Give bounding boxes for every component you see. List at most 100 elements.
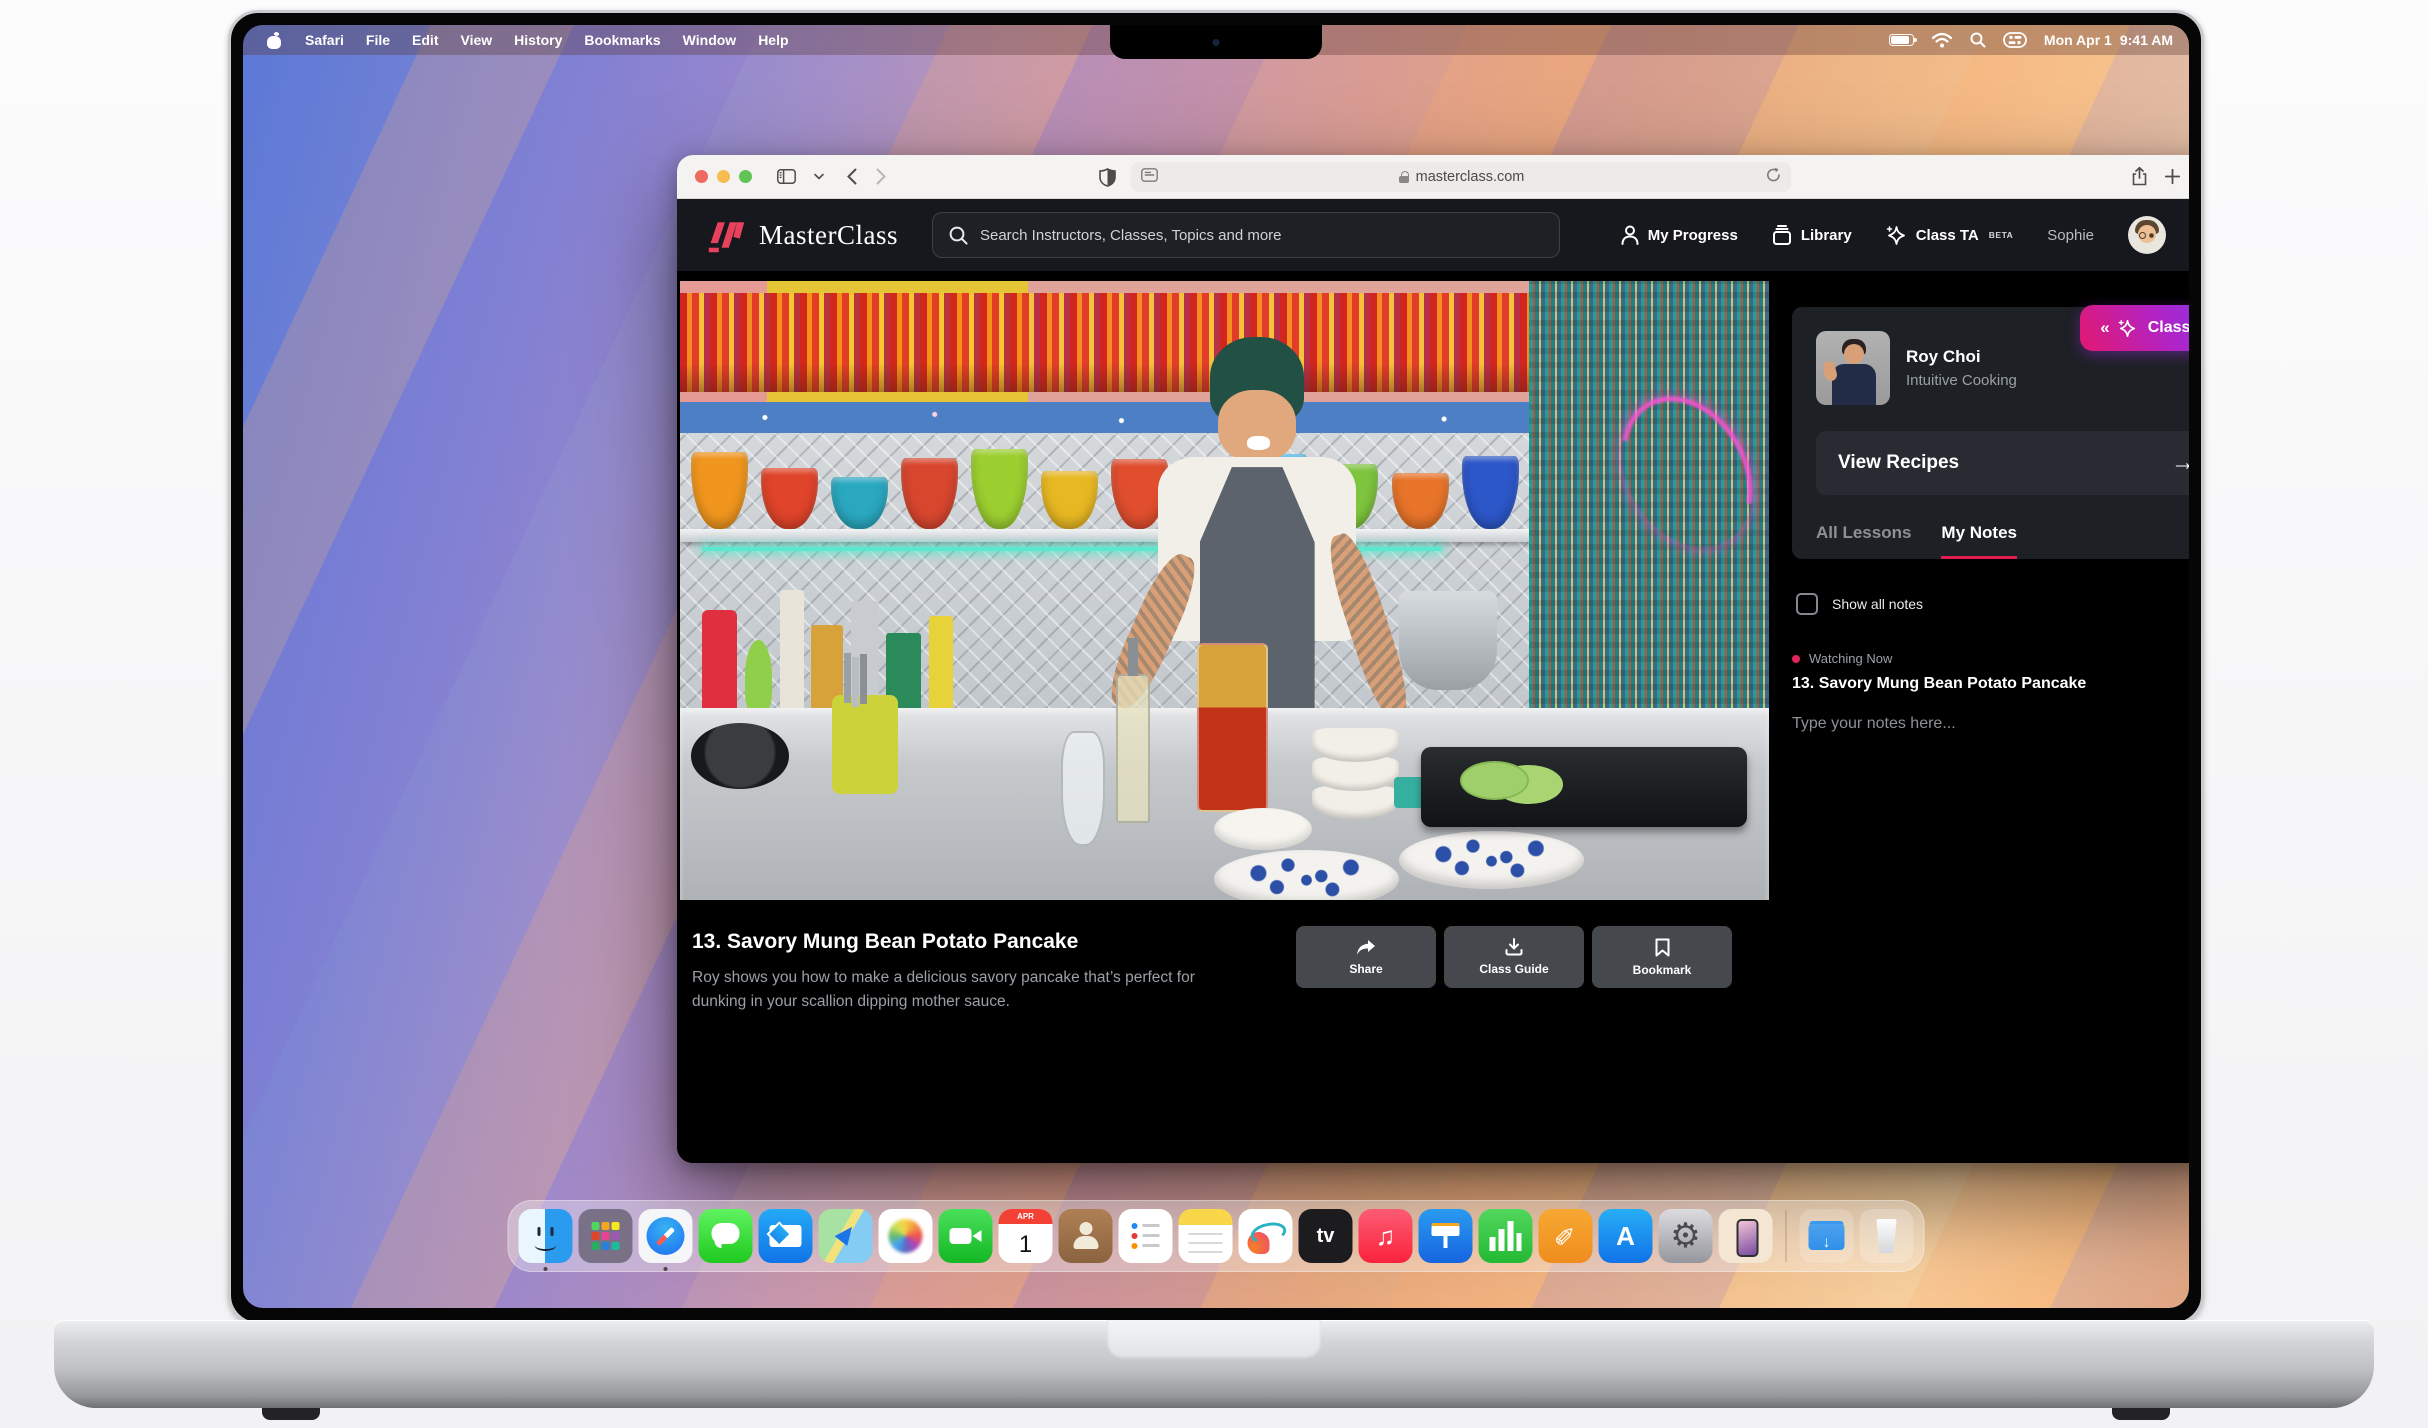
sidebar-chevron-icon[interactable] — [814, 173, 824, 180]
notes-input[interactable]: Type your notes here... — [1792, 715, 2189, 733]
search-placeholder: Search Instructors, Classes, Topics and … — [980, 227, 1282, 244]
view-recipes-button[interactable]: View Recipes → — [1816, 431, 2189, 495]
battery-icon[interactable] — [1889, 34, 1914, 46]
photos-icon[interactable] — [879, 1209, 933, 1263]
trash-icon[interactable] — [1860, 1209, 1914, 1263]
sauce-bottle-shelf — [680, 293, 1529, 392]
share-arrow-icon — [1356, 939, 1376, 956]
maps-icon[interactable] — [819, 1209, 873, 1263]
launchpad-icon[interactable] — [579, 1209, 633, 1263]
search-input[interactable]: Search Instructors, Classes, Topics and … — [932, 212, 1560, 258]
url-text[interactable]: masterclass.com — [1416, 169, 1525, 185]
reminders-icon[interactable] — [1119, 1209, 1173, 1263]
menu-safari[interactable]: Safari — [294, 32, 355, 48]
reload-icon[interactable] — [1766, 167, 1781, 187]
settings-icon[interactable] — [1659, 1209, 1713, 1263]
video-player[interactable]: PAPER HAT — [680, 281, 1769, 900]
nav-my-progress[interactable]: My Progress — [1621, 225, 1738, 245]
collapse-chevrons-icon: « — [2100, 318, 2106, 338]
masterclass-logo[interactable]: MasterClass — [707, 215, 898, 255]
menu-history[interactable]: History — [503, 32, 573, 48]
messages-icon[interactable] — [699, 1209, 753, 1263]
downloads-icon[interactable] — [1800, 1209, 1854, 1263]
keynote-icon[interactable] — [1419, 1209, 1473, 1263]
kitchen-clutter — [680, 566, 1094, 715]
appstore-icon[interactable] — [1599, 1209, 1653, 1263]
menu-time[interactable]: 9:41 AM — [2120, 32, 2173, 48]
display-notch — [1110, 25, 1322, 59]
menu-window[interactable]: Window — [672, 32, 748, 48]
nav-library[interactable]: Library — [1772, 225, 1852, 245]
sparkle-icon — [2118, 319, 2137, 338]
menu-view[interactable]: View — [450, 32, 504, 48]
appletv-icon[interactable] — [1299, 1209, 1353, 1263]
lid-scoop — [1107, 1320, 1321, 1360]
music-icon[interactable] — [1359, 1209, 1413, 1263]
bookmark-button-label: Bookmark — [1633, 963, 1692, 977]
apple-menu-icon[interactable] — [267, 32, 282, 49]
macbook-base — [54, 1320, 2374, 1408]
zoom-window-button[interactable] — [739, 170, 752, 183]
reader-icon[interactable] — [1141, 168, 1158, 186]
macbook-screen: Safari File Edit View History Bookmarks … — [228, 10, 2204, 1325]
instructor-photo — [1816, 331, 1890, 405]
notes-icon[interactable] — [1179, 1209, 1233, 1263]
calendar-icon[interactable] — [999, 1209, 1053, 1263]
mail-icon[interactable] — [759, 1209, 813, 1263]
masterclass-wordmark: MasterClass — [759, 220, 898, 251]
facetime-icon[interactable] — [939, 1209, 993, 1263]
sparkle-icon — [1886, 225, 1907, 246]
new-tab-icon[interactable] — [2165, 169, 2180, 184]
share-button[interactable]: Share — [1296, 926, 1436, 988]
close-window-button[interactable] — [695, 170, 708, 183]
arrow-right-icon: → — [2171, 449, 2189, 477]
instructor-card: « Class TA Roy Choi Intuitive Cooking — [1792, 307, 2189, 559]
bookmark-button[interactable]: Bookmark — [1592, 926, 1732, 988]
share-icon[interactable] — [2132, 167, 2147, 186]
menu-bookmarks[interactable]: Bookmarks — [573, 32, 671, 48]
lock-icon — [1399, 171, 1409, 183]
pages-icon[interactable] — [1539, 1209, 1593, 1263]
camera-dot — [1213, 39, 1220, 46]
wifi-icon[interactable] — [1932, 33, 1952, 48]
tab-all-lessons[interactable]: All Lessons — [1816, 523, 1911, 543]
control-center-icon[interactable] — [2004, 33, 2026, 47]
download-icon — [1505, 938, 1523, 956]
class-ta-button[interactable]: « Class TA — [2080, 305, 2189, 351]
avatar[interactable] — [2128, 216, 2166, 254]
bowl-shelf — [691, 442, 1519, 529]
tab-my-notes[interactable]: My Notes — [1941, 523, 2017, 543]
safari-icon[interactable] — [639, 1209, 693, 1263]
nav-class-ta[interactable]: Class TA BETA — [1886, 225, 2014, 246]
spotlight-search-icon[interactable] — [1970, 32, 1986, 48]
instructor-course: Intuitive Cooking — [1906, 372, 2017, 389]
class-ta-button-label: Class TA — [2148, 319, 2189, 337]
beta-badge: BETA — [1989, 230, 2014, 240]
finder-icon[interactable] — [519, 1209, 573, 1263]
class-guide-button[interactable]: Class Guide — [1444, 926, 1584, 988]
forward-button[interactable] — [876, 168, 886, 185]
lesson-description: Roy shows you how to make a delicious sa… — [692, 966, 1252, 1014]
class-ta-panel: « Class TA Roy Choi Intuitive Cooking — [1792, 281, 2189, 1153]
menu-edit[interactable]: Edit — [401, 32, 449, 48]
nav-library-label: Library — [1801, 227, 1852, 244]
menu-date[interactable]: Mon Apr 1 — [2044, 32, 2112, 48]
lesson-info: 13. Savory Mung Bean Potato Pancake Roy … — [692, 930, 1769, 1014]
sidebar-icon[interactable] — [777, 169, 796, 184]
user-name: Sophie — [2047, 227, 2094, 244]
masterclass-header: MasterClass Search Instructors, Classes,… — [677, 199, 2189, 271]
menu-file[interactable]: File — [355, 32, 401, 48]
show-all-notes-checkbox[interactable] — [1796, 593, 1818, 615]
address-bar[interactable]: masterclass.com — [1131, 162, 1791, 192]
freeform-icon[interactable] — [1239, 1209, 1293, 1263]
menu-help[interactable]: Help — [747, 32, 799, 48]
contacts-icon[interactable] — [1059, 1209, 1113, 1263]
kitchen-counter — [680, 708, 1769, 900]
numbers-icon[interactable] — [1479, 1209, 1533, 1263]
back-button[interactable] — [847, 168, 857, 185]
nav-class-ta-label: Class TA — [1916, 227, 1979, 244]
minimize-window-button[interactable] — [717, 170, 730, 183]
iphone-icon[interactable] — [1719, 1209, 1773, 1263]
privacy-shield-icon[interactable] — [1099, 162, 1116, 192]
bookmark-icon — [1655, 938, 1670, 957]
